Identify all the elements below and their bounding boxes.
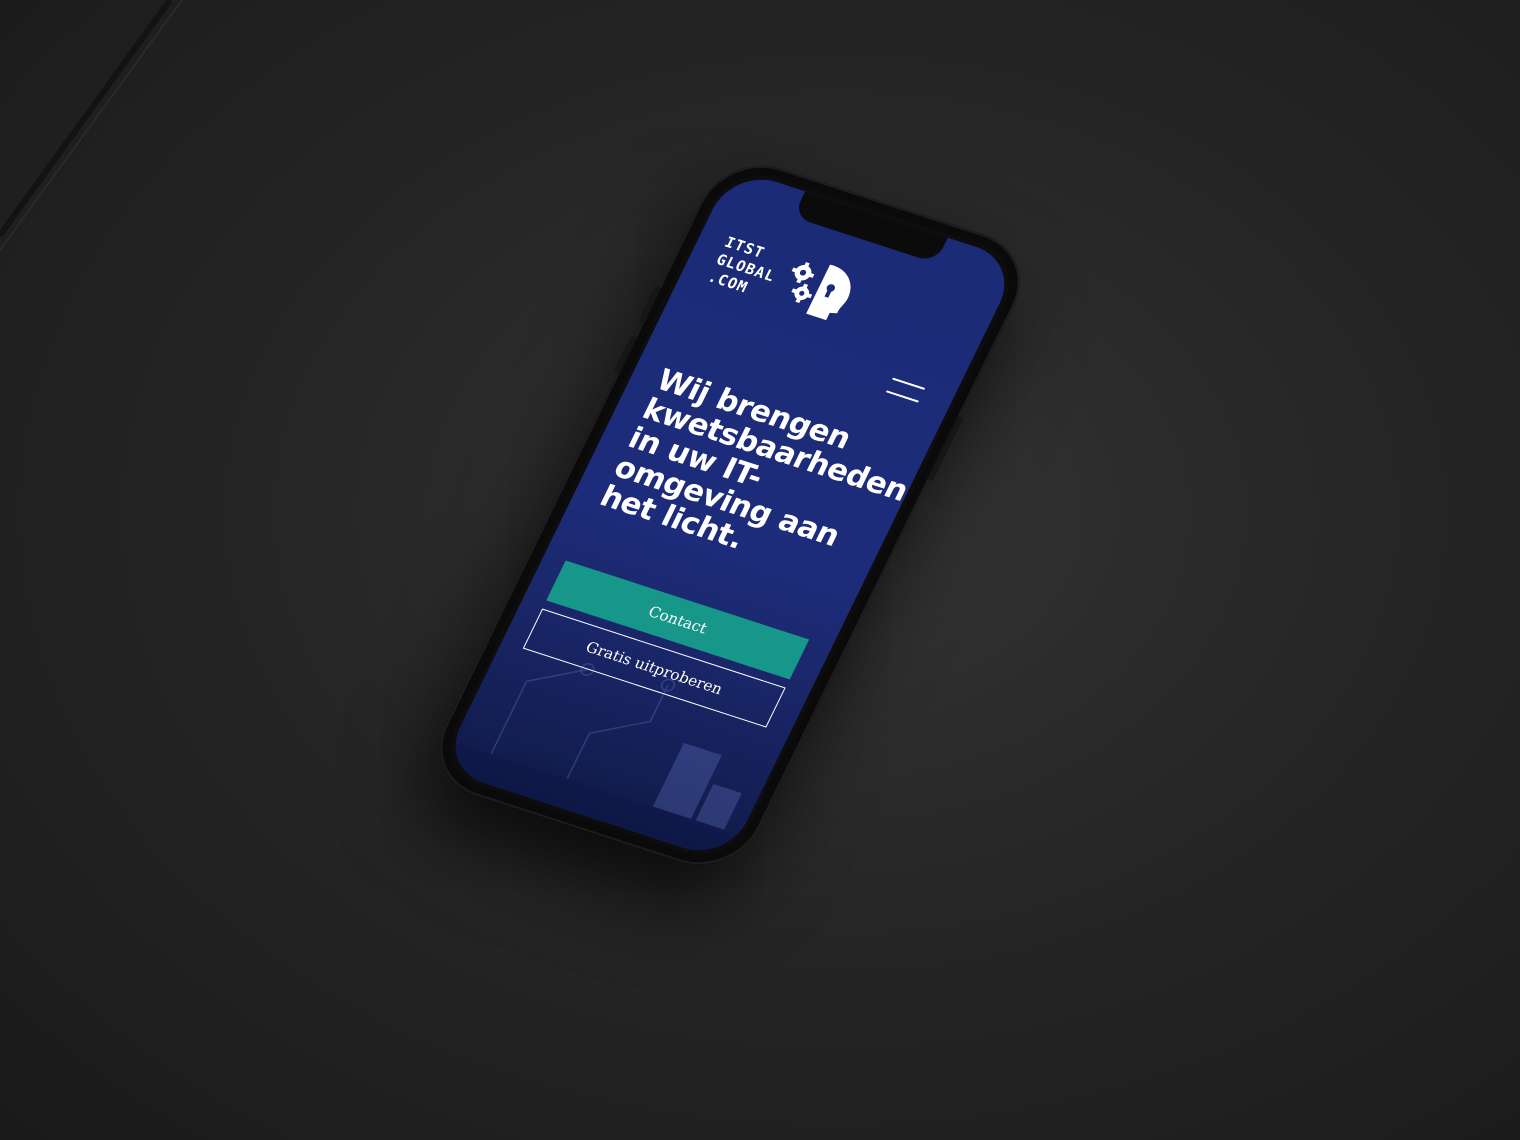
gears-head-lock-icon (791, 262, 851, 321)
menu-line (891, 377, 926, 390)
hamburger-menu-icon[interactable] (885, 377, 926, 403)
hero-title: Wij brengen kwetsbaarheden in uw IT-omge… (594, 362, 914, 557)
menu-line (885, 390, 920, 403)
site-logo[interactable]: ITST GLOBAL .COM (705, 229, 866, 329)
logo-wordmark: ITST GLOBAL .COM (705, 233, 787, 303)
